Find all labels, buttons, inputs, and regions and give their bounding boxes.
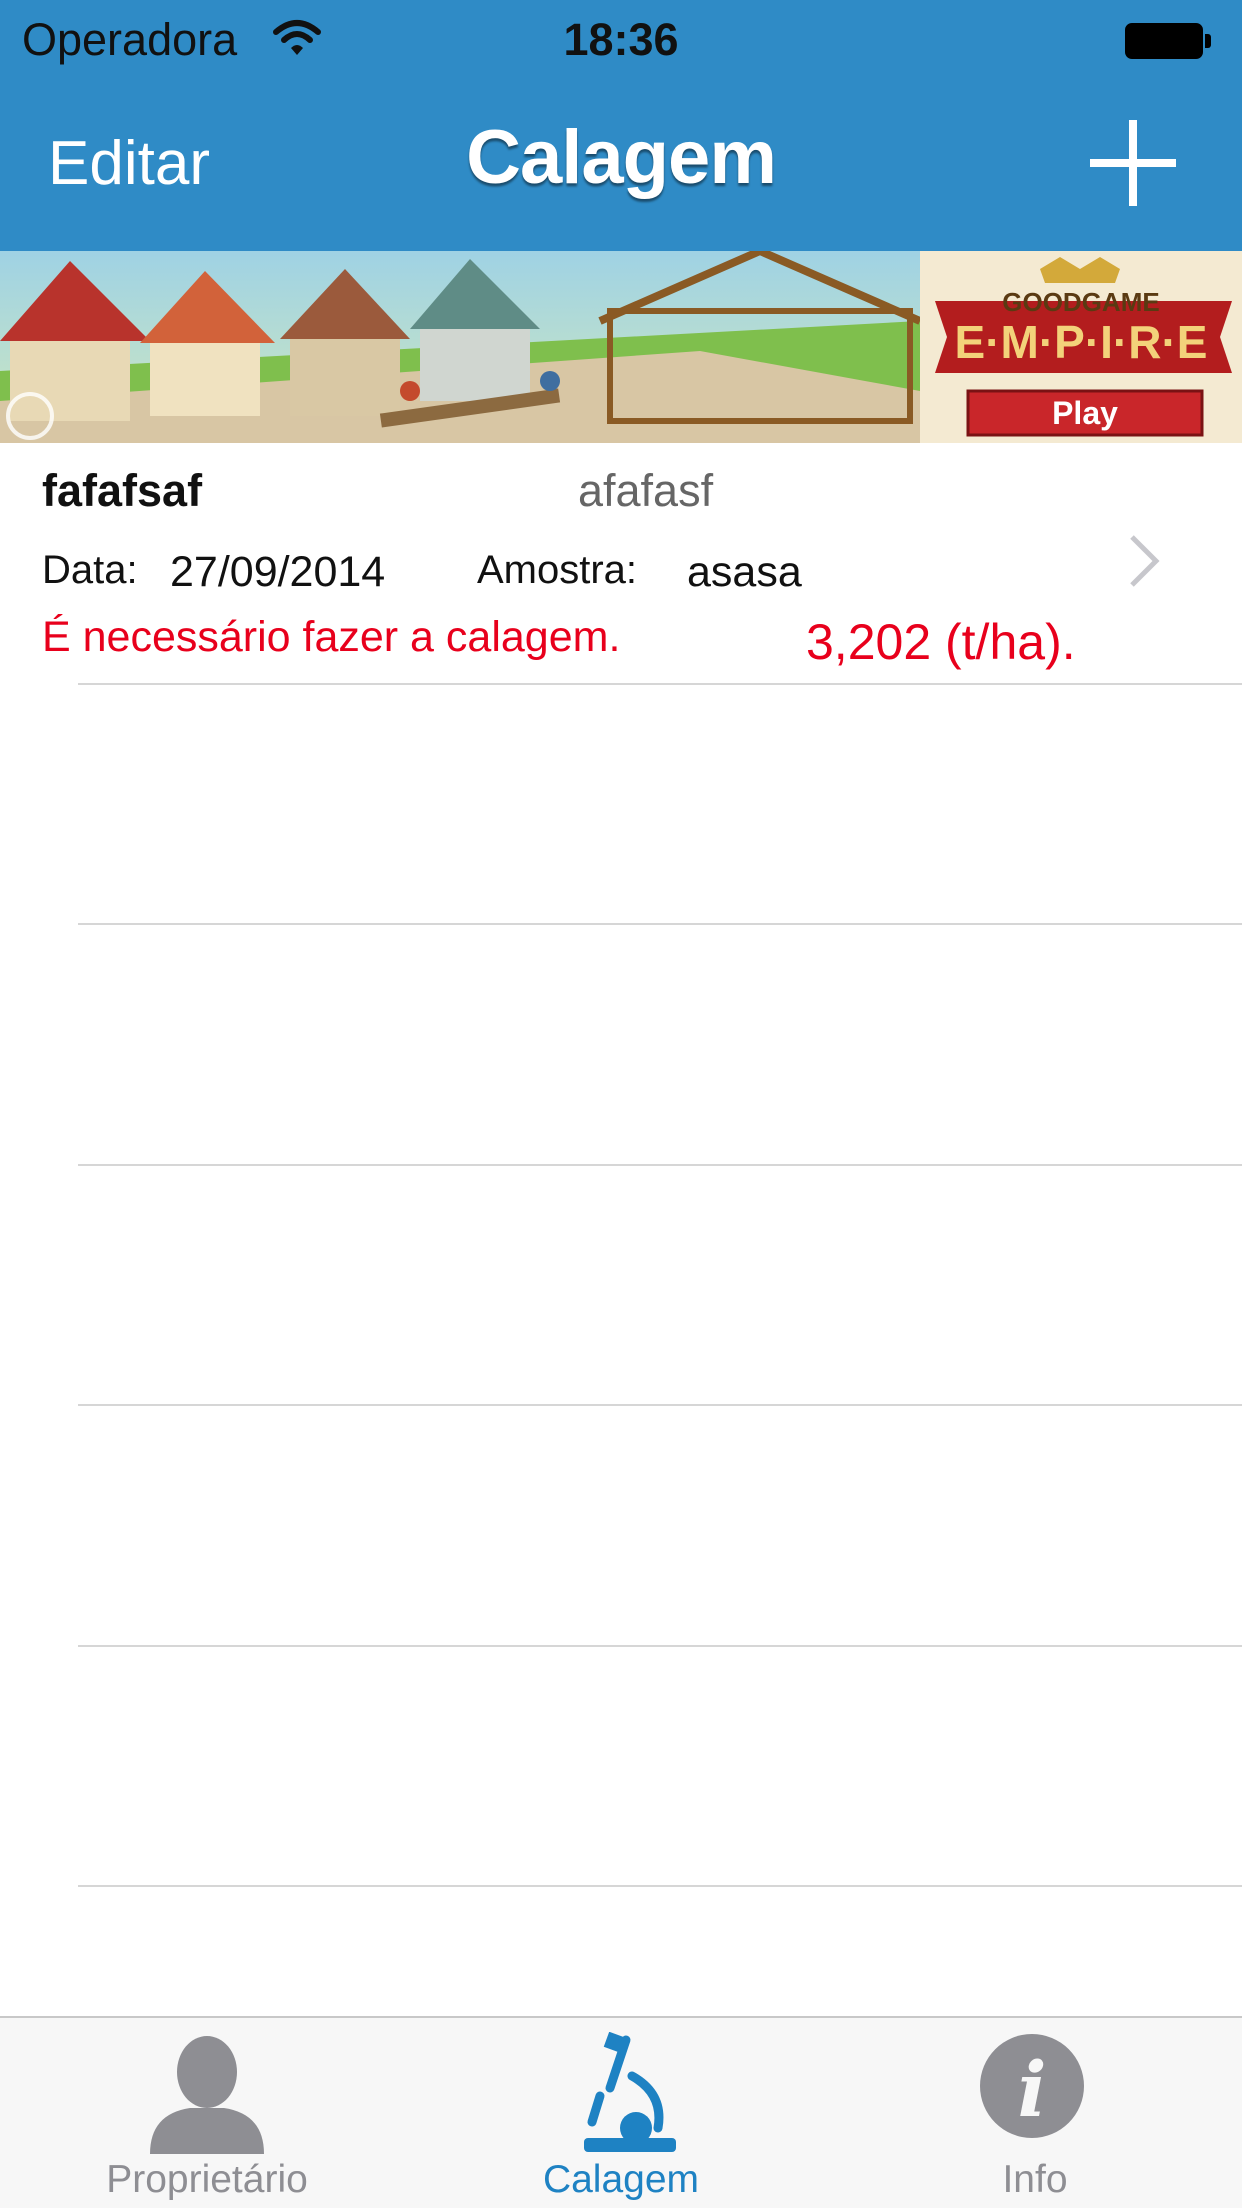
row-separator xyxy=(78,683,1242,685)
ad-brand-top: GOODGAME xyxy=(1002,287,1160,317)
ad-play-button[interactable]: Play xyxy=(968,395,1202,432)
page-title: Calagem xyxy=(466,115,777,200)
tab-label: Calagem xyxy=(542,2158,700,2201)
info-icon: i xyxy=(980,2034,1084,2138)
tab-label: Proprietário xyxy=(106,2158,308,2201)
person-icon xyxy=(150,2036,264,2154)
date-value: 27/09/2014 xyxy=(170,548,386,596)
tab-proprietario[interactable]: Proprietário xyxy=(0,2018,414,2208)
status-time: 18:36 xyxy=(563,14,679,65)
sample-value: asasa xyxy=(687,548,802,596)
row-separator xyxy=(78,1885,1242,1887)
liming-status-message: É necessário fazer a calagem. xyxy=(42,613,621,661)
ad-banner[interactable]: GOODGAME E·M·P·I·R·E Play xyxy=(0,251,1242,443)
tab-calagem[interactable]: Calagem xyxy=(414,2018,828,2208)
item-title: fafafsaf xyxy=(42,465,203,516)
microscope-icon xyxy=(584,2032,676,2152)
tab-label: Info xyxy=(1002,2158,1068,2201)
tab-info[interactable]: i Info xyxy=(828,2018,1242,2208)
navigation-header: Operadora 18:36 Editar Calagem xyxy=(0,0,1242,251)
row-separator xyxy=(78,1645,1242,1647)
ad-brand-main: E·M·P·I·R·E xyxy=(954,316,1208,368)
item-subtitle: afafasf xyxy=(578,465,714,516)
row-separator xyxy=(78,923,1242,925)
tab-bar: Proprietário Calagem i Info xyxy=(0,2016,1242,2208)
row-separator xyxy=(78,1404,1242,1406)
svg-text:i: i xyxy=(1018,2045,1047,2134)
chevron-right-icon xyxy=(1130,535,1160,587)
battery-icon xyxy=(1125,23,1213,61)
plus-icon[interactable] xyxy=(1090,120,1176,206)
list-item[interactable]: fafafsaf afafasf Data: 27/09/2014 Amostr… xyxy=(0,443,1242,684)
date-label: Data: xyxy=(42,548,138,592)
sample-label: Amostra: xyxy=(477,548,638,592)
liming-result-value: 3,202 (t/ha). xyxy=(806,614,1076,670)
row-separator xyxy=(78,1164,1242,1166)
